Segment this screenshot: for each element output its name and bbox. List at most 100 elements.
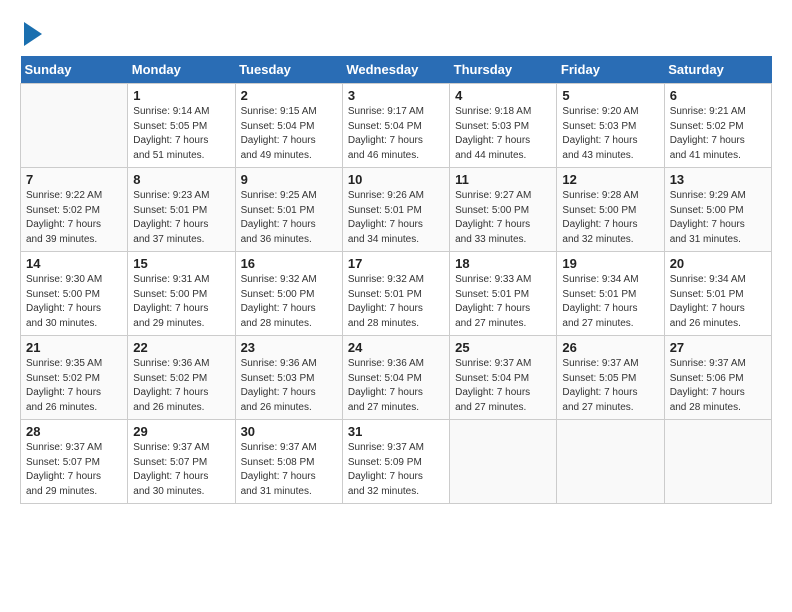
day-info: Sunrise: 9:34 AMSunset: 5:01 PMDaylight:… [562, 273, 658, 331]
day-info: Sunrise: 9:35 AMSunset: 5:02 PMDaylight:… [26, 357, 122, 415]
calendar-cell: 4 Sunrise: 9:18 AMSunset: 5:03 PMDaylight… [450, 84, 557, 168]
day-number: 23 [241, 340, 337, 355]
day-number: 27 [670, 340, 766, 355]
calendar-cell: 15 Sunrise: 9:31 AMSunset: 5:00 PMDayligh… [128, 252, 235, 336]
day-info: Sunrise: 9:27 AMSunset: 5:00 PMDaylight:… [455, 189, 551, 247]
day-number: 5 [562, 88, 658, 103]
calendar-cell: 7 Sunrise: 9:22 AMSunset: 5:02 PMDaylight… [21, 168, 128, 252]
calendar-body: 1Sunrise: 9:14 AMSunset: 5:05 PMDaylight… [21, 84, 772, 504]
calendar-cell: 20 Sunrise: 9:34 AMSunset: 5:01 PMDayligh… [664, 252, 771, 336]
calendar-cell: 17 Sunrise: 9:32 AMSunset: 5:01 PMDayligh… [342, 252, 449, 336]
calendar-cell: 1Sunrise: 9:14 AMSunset: 5:05 PMDaylight… [128, 84, 235, 168]
day-info: Sunrise: 9:37 AMSunset: 5:08 PMDaylight:… [241, 441, 337, 499]
logo [20, 20, 42, 46]
calendar-cell: 23 Sunrise: 9:36 AMSunset: 5:03 PMDayligh… [235, 336, 342, 420]
calendar-cell: 9 Sunrise: 9:25 AMSunset: 5:01 PMDaylight… [235, 168, 342, 252]
day-number: 19 [562, 256, 658, 271]
calendar-cell: 11 Sunrise: 9:27 AMSunset: 5:00 PMDayligh… [450, 168, 557, 252]
calendar-cell: 31 Sunrise: 9:37 AMSunset: 5:09 PMDayligh… [342, 420, 449, 504]
calendar-cell: 8Sunrise: 9:23 AMSunset: 5:01 PMDaylight… [128, 168, 235, 252]
day-number: 7 [26, 172, 122, 187]
day-number: 1 [133, 88, 229, 103]
weekday-header: Wednesday [342, 56, 449, 84]
calendar-week-row: 28 Sunrise: 9:37 AMSunset: 5:07 PMDayligh… [21, 420, 772, 504]
day-info: Sunrise: 9:20 AMSunset: 5:03 PMDaylight:… [562, 105, 658, 163]
calendar-week-row: 21 Sunrise: 9:35 AMSunset: 5:02 PMDayligh… [21, 336, 772, 420]
calendar-cell [664, 420, 771, 504]
calendar-cell: 22 Sunrise: 9:36 AMSunset: 5:02 PMDayligh… [128, 336, 235, 420]
day-number: 24 [348, 340, 444, 355]
day-info: Sunrise: 9:37 AMSunset: 5:07 PMDaylight:… [133, 441, 229, 499]
calendar-cell: 5 Sunrise: 9:20 AMSunset: 5:03 PMDaylight… [557, 84, 664, 168]
day-info: Sunrise: 9:36 AMSunset: 5:04 PMDaylight:… [348, 357, 444, 415]
calendar-cell: 14 Sunrise: 9:30 AMSunset: 5:00 PMDayligh… [21, 252, 128, 336]
day-info: Sunrise: 9:22 AMSunset: 5:02 PMDaylight:… [26, 189, 122, 247]
day-info: Sunrise: 9:25 AMSunset: 5:01 PMDaylight:… [241, 189, 337, 247]
day-info: Sunrise: 9:29 AMSunset: 5:00 PMDaylight:… [670, 189, 766, 247]
day-info: Sunrise: 9:18 AMSunset: 5:03 PMDaylight:… [455, 105, 551, 163]
day-info: Sunrise: 9:26 AMSunset: 5:01 PMDaylight:… [348, 189, 444, 247]
calendar-cell: 10 Sunrise: 9:26 AMSunset: 5:01 PMDayligh… [342, 168, 449, 252]
day-info: Sunrise: 9:31 AMSunset: 5:00 PMDaylight:… [133, 273, 229, 331]
weekday-header: Sunday [21, 56, 128, 84]
calendar-cell: 12 Sunrise: 9:28 AMSunset: 5:00 PMDayligh… [557, 168, 664, 252]
day-number: 20 [670, 256, 766, 271]
calendar-table: SundayMondayTuesdayWednesdayThursdayFrid… [20, 56, 772, 504]
calendar-cell: 13 Sunrise: 9:29 AMSunset: 5:00 PMDayligh… [664, 168, 771, 252]
day-info: Sunrise: 9:15 AMSunset: 5:04 PMDaylight:… [241, 105, 337, 163]
day-info: Sunrise: 9:17 AMSunset: 5:04 PMDaylight:… [348, 105, 444, 163]
calendar-cell: 19 Sunrise: 9:34 AMSunset: 5:01 PMDayligh… [557, 252, 664, 336]
day-info: Sunrise: 9:32 AMSunset: 5:01 PMDaylight:… [348, 273, 444, 331]
day-number: 9 [241, 172, 337, 187]
day-number: 18 [455, 256, 551, 271]
day-info: Sunrise: 9:21 AMSunset: 5:02 PMDaylight:… [670, 105, 766, 163]
day-number: 21 [26, 340, 122, 355]
day-number: 13 [670, 172, 766, 187]
day-number: 29 [133, 424, 229, 439]
calendar-cell: 21 Sunrise: 9:35 AMSunset: 5:02 PMDayligh… [21, 336, 128, 420]
calendar-cell: 18 Sunrise: 9:33 AMSunset: 5:01 PMDayligh… [450, 252, 557, 336]
calendar-cell: 24 Sunrise: 9:36 AMSunset: 5:04 PMDayligh… [342, 336, 449, 420]
calendar-cell [21, 84, 128, 168]
day-number: 11 [455, 172, 551, 187]
day-number: 28 [26, 424, 122, 439]
day-info: Sunrise: 9:32 AMSunset: 5:00 PMDaylight:… [241, 273, 337, 331]
day-number: 25 [455, 340, 551, 355]
day-number: 2 [241, 88, 337, 103]
calendar-cell [450, 420, 557, 504]
day-number: 26 [562, 340, 658, 355]
day-number: 4 [455, 88, 551, 103]
day-info: Sunrise: 9:37 AMSunset: 5:04 PMDaylight:… [455, 357, 551, 415]
calendar-week-row: 7 Sunrise: 9:22 AMSunset: 5:02 PMDaylight… [21, 168, 772, 252]
day-number: 12 [562, 172, 658, 187]
day-info: Sunrise: 9:36 AMSunset: 5:03 PMDaylight:… [241, 357, 337, 415]
day-number: 17 [348, 256, 444, 271]
day-number: 22 [133, 340, 229, 355]
calendar-cell: 28 Sunrise: 9:37 AMSunset: 5:07 PMDayligh… [21, 420, 128, 504]
day-info: Sunrise: 9:23 AMSunset: 5:01 PMDaylight:… [133, 189, 229, 247]
day-info: Sunrise: 9:33 AMSunset: 5:01 PMDaylight:… [455, 273, 551, 331]
weekday-header: Saturday [664, 56, 771, 84]
calendar-header-row: SundayMondayTuesdayWednesdayThursdayFrid… [21, 56, 772, 84]
calendar-cell: 2 Sunrise: 9:15 AMSunset: 5:04 PMDaylight… [235, 84, 342, 168]
weekday-header: Thursday [450, 56, 557, 84]
day-info: Sunrise: 9:34 AMSunset: 5:01 PMDaylight:… [670, 273, 766, 331]
logo-arrow-icon [24, 22, 42, 46]
calendar-cell: 6Sunrise: 9:21 AMSunset: 5:02 PMDaylight… [664, 84, 771, 168]
day-number: 15 [133, 256, 229, 271]
calendar-cell: 26 Sunrise: 9:37 AMSunset: 5:05 PMDayligh… [557, 336, 664, 420]
weekday-header: Tuesday [235, 56, 342, 84]
day-info: Sunrise: 9:37 AMSunset: 5:05 PMDaylight:… [562, 357, 658, 415]
day-info: Sunrise: 9:36 AMSunset: 5:02 PMDaylight:… [133, 357, 229, 415]
day-info: Sunrise: 9:37 AMSunset: 5:07 PMDaylight:… [26, 441, 122, 499]
calendar-cell: 30Sunrise: 9:37 AMSunset: 5:08 PMDayligh… [235, 420, 342, 504]
day-info: Sunrise: 9:28 AMSunset: 5:00 PMDaylight:… [562, 189, 658, 247]
page-header [20, 20, 772, 46]
day-number: 3 [348, 88, 444, 103]
day-number: 10 [348, 172, 444, 187]
calendar-week-row: 14 Sunrise: 9:30 AMSunset: 5:00 PMDayligh… [21, 252, 772, 336]
day-number: 31 [348, 424, 444, 439]
day-info: Sunrise: 9:30 AMSunset: 5:00 PMDaylight:… [26, 273, 122, 331]
day-info: Sunrise: 9:37 AMSunset: 5:09 PMDaylight:… [348, 441, 444, 499]
day-number: 14 [26, 256, 122, 271]
